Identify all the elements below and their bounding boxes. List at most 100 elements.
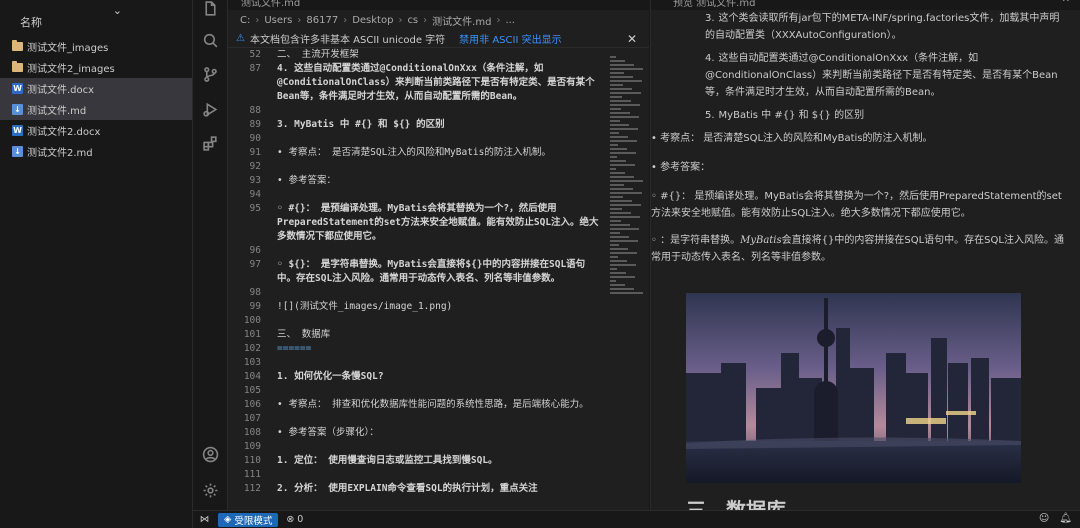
code-line[interactable]: 105 [228,384,608,398]
code-line[interactable]: 103 [228,356,608,370]
close-icon[interactable]: ✕ [627,32,637,46]
preview-bullet-answer: • 参考答案： [651,162,711,173]
code-line[interactable]: 102 ====== [228,342,608,356]
breadcrumb-item[interactable]: 86177 [306,15,338,26]
restricted-mode-label: 受限模式 [234,515,273,527]
code-line[interactable]: 100 [228,314,608,328]
minimap-line [610,196,623,198]
code-line[interactable]: 92 [228,160,608,174]
line-text: • 考察点： 排查和优化数据库性能问题的系统性思路，是后端核心能力。 [277,399,589,410]
line-number: 108 [243,427,261,438]
restricted-mode-badge[interactable]: ◈ 受限模式 [218,512,279,527]
explorer-item[interactable]: ↓ 测试文件.md [0,99,192,120]
preview-heading-database: 三、数据库 [686,498,786,510]
search-icon[interactable] [201,31,220,50]
minimap[interactable] [608,48,649,300]
remote-icon[interactable]: ⋈ [193,514,216,525]
code-line[interactable]: 94 [228,188,608,202]
line-number: 93 [249,175,261,186]
code-line[interactable]: 107 [228,412,608,426]
code-line[interactable]: 89 3. MyBatis 中 #{} 和 ${} 的区别 [228,118,608,132]
breadcrumb-item[interactable]: Users [264,15,292,26]
minimap-line [610,208,622,210]
code-area[interactable]: 52 二、 主流开发框架 87 4. 这些自动配置类通过@ConditionalOnX… [228,48,608,510]
problems-count[interactable]: ⊗ 0 [286,514,303,525]
account-icon[interactable] [201,445,220,464]
breadcrumb-item[interactable]: 测试文件.md [432,13,491,28]
explorer-item[interactable]: W 测试文件2.docx [0,120,192,141]
preview-para-precompile: ◦ #{}： 是预编译处理。MyBatis会将其替换为一个?，然后使用Prepa… [651,191,1062,219]
code-line[interactable]: 97 ◦ ${}： 是字符串替换。MyBatis会直接将${}中的内容拼接在SQL… [228,258,608,286]
code-line[interactable]: 95 ◦ #{}： 是预编译处理。MyBatis会将其替换为一个?，然后使用Pre… [228,202,608,244]
breadcrumb-item[interactable]: ... [505,15,515,26]
minimap-line [610,64,634,66]
code-line[interactable]: 98 [228,286,608,300]
chevron-down-icon[interactable]: ⌄ [113,4,122,17]
line-number: 87 [249,63,261,74]
chevron-right-icon: › [423,14,428,26]
code-line[interactable]: 108 • 参考答案（步骤化）： [228,426,608,440]
code-line[interactable]: 52 二、 主流开发框架 [228,48,608,62]
minimap-line [610,56,616,58]
code-line[interactable]: 106 • 考察点： 排查和优化数据库性能问题的系统性思路，是后端核心能力。 [228,398,608,412]
minimap-line [610,288,634,290]
editor-tab[interactable]: 测试文件.md [241,0,300,9]
explorer-header: 名称 ⌄ [0,0,192,36]
code-line[interactable]: 101 三、 数据库 [228,328,608,342]
line-text: • 参考答案（步骤化）： [277,427,379,438]
extensions-icon[interactable] [201,134,220,153]
code-line[interactable]: 93 • 参考答案： [228,174,608,188]
minimap-line [610,260,627,262]
code-line[interactable]: 96 [228,244,608,258]
code-line[interactable]: 110 1. 定位： 使用慢查询日志或监控工具找到慢SQL。 [228,454,608,468]
list-text: 这个类会读取所有jar包下的META-INF/spring.factories文… [705,13,1060,41]
line-number: 91 [249,147,261,158]
source-control-icon[interactable] [201,65,220,84]
code-line[interactable]: 88 [228,104,608,118]
line-number: 102 [243,343,261,354]
line-number: 94 [249,189,261,200]
code-line[interactable]: 111 [228,468,608,482]
minimap-line [610,232,620,234]
line-number: 97 [249,259,261,270]
minimap-line [610,148,627,150]
code-line[interactable]: 109 [228,440,608,454]
minimap-line [610,112,630,114]
breadcrumb-item[interactable]: cs [407,15,418,26]
minimap-line [610,204,641,206]
bell-icon[interactable]: 🔔︎ [1059,513,1072,524]
preview-tab[interactable]: 预览 测试文件.md [673,0,755,9]
explorer-item[interactable]: 测试文件2_images [0,57,192,78]
line-number: 104 [243,371,261,382]
run-debug-icon[interactable] [201,100,220,119]
breadcrumb-item[interactable]: Desktop [352,15,393,26]
code-line[interactable]: 104 1. 如何优化一条慢SQL? [228,370,608,384]
math-text: MyBatis [740,235,782,246]
preview-para-string-replace: ◦ ：是字符串替换。MyBatis会直接将{}中的内容拼接在SQL语句中。存在S… [651,232,1067,266]
explorer-panel: 名称 ⌄ 测试文件_images 测试文件2_images W 测试文件.docx ↓ 测… [0,0,193,528]
minimap-line [610,252,637,254]
explorer-item[interactable]: W 测试文件.docx [0,78,192,99]
markdown-file-icon: ↓ [12,146,23,157]
code-line[interactable]: 91 • 考察点： 是否清楚SQL注入的风险和MyBatis的防注入机制。 [228,146,608,160]
line-text: 2. 分析： 使用EXPLAIN命令查看SQL的执行计划，重点关注 [277,483,538,494]
files-icon[interactable] [201,0,220,19]
disable-ascii-highlight-link[interactable]: 禁用非 ASCII 突出显示 [459,31,561,46]
minimap-line [610,216,640,218]
explorer-item-label: 测试文件2_images [27,64,115,75]
list-number: 4. [705,53,715,64]
breadcrumb-item[interactable]: C: [240,15,250,26]
code-line[interactable]: 112 2. 分析： 使用EXPLAIN命令查看SQL的执行计划，重点关注 [228,482,608,496]
explorer-item[interactable]: 测试文件_images [0,36,192,57]
explorer-item-label: 测试文件.md [27,106,87,117]
code-line[interactable]: 90 [228,132,608,146]
explorer-item[interactable]: ↓ 测试文件2.md [0,141,192,162]
close-icon[interactable]: ✕ [1062,0,1070,5]
minimap-line [610,212,631,214]
minimap-line [610,168,616,170]
code-line[interactable]: 99 ![](测试文件_images/image_1.png) [228,300,608,314]
settings-gear-icon[interactable] [201,481,220,500]
copilot-icon[interactable]: ☺ [1039,513,1049,524]
minimap-line [610,172,625,174]
code-line[interactable]: 87 4. 这些自动配置类通过@ConditionalOnXxx（条件注解，如@C… [228,62,608,104]
